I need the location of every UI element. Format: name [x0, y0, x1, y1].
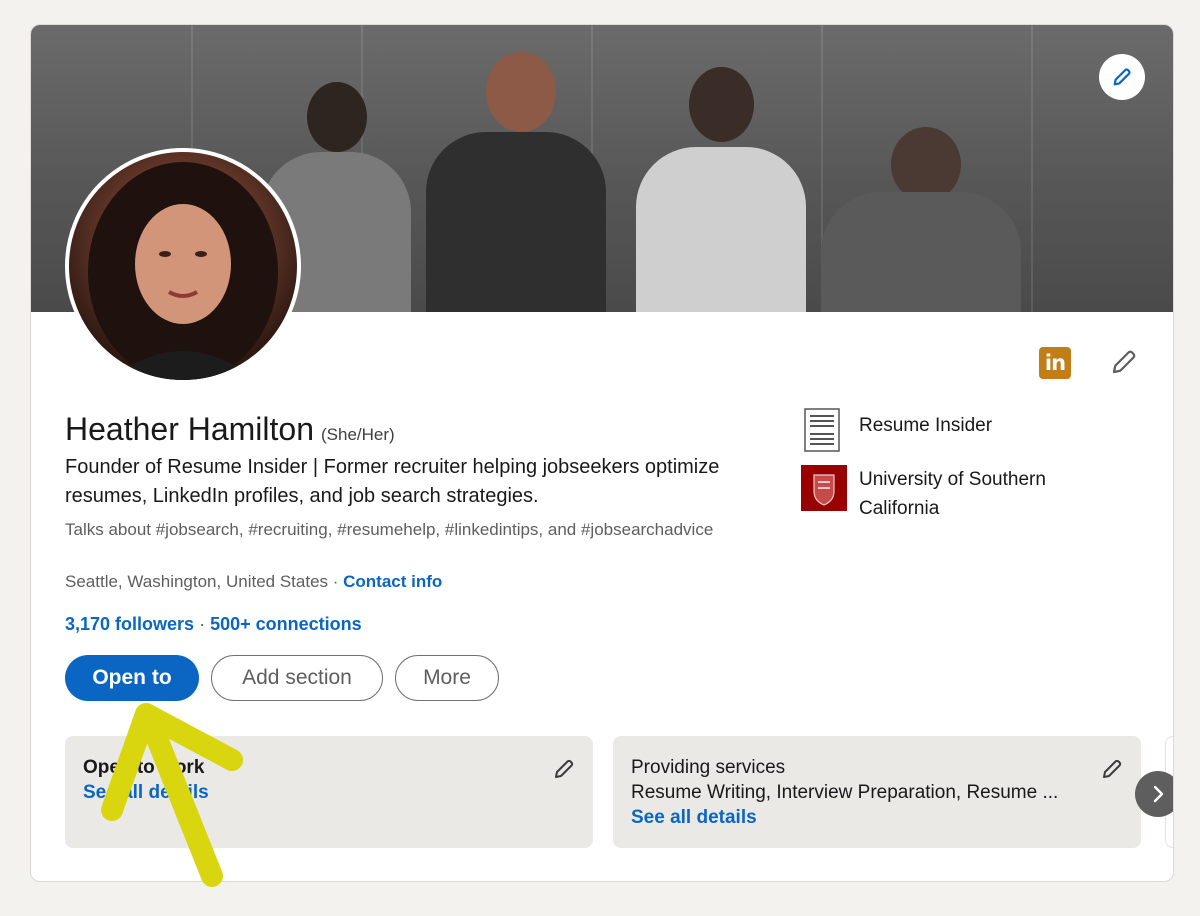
connections-link[interactable]: 500+ connections — [210, 614, 362, 634]
avatar-image — [88, 162, 278, 380]
services-text: Resume Writing, Interview Preparation, R… — [631, 782, 1059, 803]
banner-person — [416, 37, 616, 312]
banner-person — [631, 47, 811, 312]
pencil-icon — [1113, 68, 1131, 86]
card-title: Providing services — [631, 757, 786, 778]
org-name: University of Southern California — [859, 469, 1046, 519]
contact-info-link[interactable]: Contact info — [343, 572, 442, 591]
profile-name: Heather Hamilton — [65, 411, 314, 447]
separator: · — [328, 572, 344, 591]
banner-person — [811, 122, 1031, 312]
org-usc[interactable]: University of Southern California — [801, 465, 1089, 523]
see-all-details-link[interactable]: See all details — [631, 807, 757, 829]
more-button[interactable]: More — [395, 655, 499, 701]
pencil-icon — [555, 759, 574, 778]
network-stats: 3,170 followers · 500+ connections — [65, 614, 362, 635]
providing-services-card[interactable]: Providing services Resume Writing, Inter… — [613, 736, 1141, 848]
open-to-button[interactable]: Open to — [65, 655, 199, 701]
location: Seattle, Washington, United States — [65, 572, 329, 591]
headline: Founder of Resume Insider | Former recru… — [65, 456, 720, 507]
resume-insider-logo — [804, 408, 840, 452]
card-title: Open to work — [83, 757, 205, 778]
name-row: Heather Hamilton (She/Her) — [65, 411, 395, 448]
pencil-icon — [1112, 350, 1136, 374]
edit-intro-button[interactable] — [1107, 345, 1141, 379]
pencil-icon — [1103, 759, 1122, 778]
add-section-button[interactable]: Add section — [211, 655, 383, 701]
profile-card: in Heather Hamilton (She/Her) Founder of… — [30, 24, 1174, 882]
open-to-work-card[interactable]: Open to work See all details — [65, 736, 593, 848]
next-card-button[interactable] — [1135, 771, 1173, 817]
see-all-details-link[interactable]: See all details — [83, 782, 209, 804]
edit-card-button[interactable] — [549, 754, 579, 784]
chevron-right-icon — [1153, 785, 1164, 803]
location-row: Seattle, Washington, United States · Con… — [65, 572, 442, 592]
usc-logo — [801, 465, 847, 511]
org-name: Resume Insider — [859, 415, 993, 436]
org-resume-insider[interactable]: Resume Insider — [801, 407, 992, 453]
avatar[interactable] — [65, 148, 301, 384]
edit-card-button[interactable] — [1097, 754, 1127, 784]
edit-cover-button[interactable] — [1099, 54, 1145, 100]
pronouns: (She/Her) — [321, 425, 395, 444]
linkedin-icon[interactable]: in — [1039, 347, 1071, 379]
talks-about: Talks about #jobsearch, #recruiting, #re… — [65, 520, 714, 539]
separator: · — [194, 614, 211, 634]
followers-link[interactable]: 3,170 followers — [65, 614, 194, 634]
